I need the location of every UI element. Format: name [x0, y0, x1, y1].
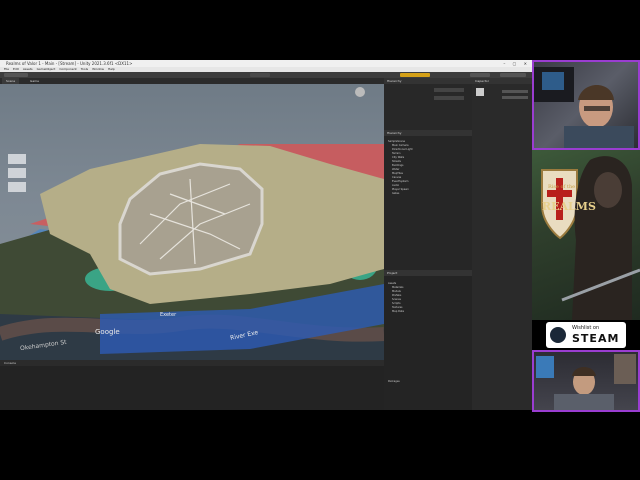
hierarchy-row[interactable]: Gates [392, 192, 399, 195]
hierarchy-row[interactable]: Water [392, 168, 399, 171]
tab-console[interactable]: Console [4, 360, 16, 366]
hierarchy-row[interactable]: SampleScene [388, 140, 405, 143]
scene-render [0, 87, 384, 360]
hierarchy-row[interactable]: Buildings [392, 164, 403, 167]
project-folder[interactable]: Assets [388, 282, 396, 285]
account-button[interactable] [400, 73, 430, 77]
tab-project[interactable]: Project [387, 270, 397, 276]
lighting-panel: Hierarchy [384, 78, 472, 134]
title-bar: Realms of Valor 1 - Main - [Stream] - Un… [0, 60, 532, 67]
project-folder[interactable]: Map Data [392, 310, 404, 313]
hierarchy-row[interactable]: Directional Light [392, 148, 413, 151]
project-folder[interactable]: Textures [392, 306, 402, 309]
gizmo-button-1[interactable] [8, 154, 26, 164]
scene-view[interactable]: Google Exeter River Exe Okehampton St [0, 84, 384, 360]
hierarchy-panel: Hierarchy SampleScene Main Camera Direct… [384, 130, 472, 270]
panel-dropdown-2[interactable] [434, 96, 464, 100]
game-promo-panel: Rise of the REALMS [532, 150, 640, 320]
map-label-exeter: Exeter [160, 312, 177, 318]
webcam-top [532, 60, 640, 150]
hierarchy-row[interactable]: Streets [392, 160, 401, 163]
window-title: Realms of Valor 1 - Main - [Stream] - Un… [6, 61, 133, 66]
steam-word: STEAM [572, 332, 620, 345]
webcam-bottom [532, 350, 640, 412]
project-folder[interactable]: Packages [388, 380, 400, 383]
inspector-field[interactable] [502, 90, 528, 93]
tab-hierarchy-top[interactable]: Hierarchy [387, 78, 402, 84]
hierarchy-row[interactable]: Terrain [392, 152, 400, 155]
game-title: REALMS [542, 200, 596, 213]
gizmo-button-2[interactable] [8, 168, 26, 178]
tab-inspector[interactable]: Inspector [475, 78, 489, 84]
project-folder[interactable]: Materials [392, 286, 403, 289]
console-tab-bar: Console [0, 360, 384, 366]
project-panel: Project Assets Materials Models Prefabs … [384, 270, 472, 410]
hierarchy-row[interactable]: Canvas [392, 176, 401, 179]
project-folder[interactable]: Prefabs [392, 294, 401, 297]
inspector-field[interactable] [502, 96, 528, 99]
inspector-panel: Inspector [472, 78, 532, 410]
panel-tab-bar: Hierarchy [384, 78, 472, 84]
game-title-top: Rise of the [548, 184, 576, 190]
play-controls[interactable] [250, 73, 270, 77]
webcam-top-image [534, 67, 634, 148]
steam-wishlist-text: Wishlist on [572, 325, 600, 331]
project-folder[interactable]: Scenes [392, 298, 401, 301]
steam-icon [550, 327, 566, 343]
map-label-google: Google [95, 328, 120, 336]
inspector-tab-bar: Inspector [472, 78, 532, 84]
steam-wishlist-badge[interactable]: Wishlist on STEAM [546, 322, 626, 348]
file-icon [476, 88, 484, 96]
project-folder[interactable]: Models [392, 290, 401, 293]
project-tab-bar: Project [384, 270, 472, 276]
hierarchy-row[interactable]: MapTiles [392, 172, 403, 175]
window-controls[interactable]: – ▢ ✕ [503, 60, 530, 67]
hierarchy-row[interactable]: Player Spawn [392, 188, 409, 191]
hierarchy-row[interactable]: Main Camera [392, 144, 409, 147]
hierarchy-row[interactable]: City Walls [392, 156, 404, 159]
transform-tools[interactable] [4, 73, 28, 77]
panel-dropdown[interactable] [434, 88, 464, 92]
hierarchy-tab-bar: Hierarchy [384, 130, 472, 136]
project-folder[interactable]: Scripts [392, 302, 401, 305]
orientation-gizmo[interactable] [355, 87, 365, 97]
webcam-bottom-image [536, 354, 636, 410]
layout-dropdown[interactable] [500, 73, 526, 77]
unity-editor-window: Realms of Valor 1 - Main - [Stream] - Un… [0, 60, 532, 410]
hierarchy-row[interactable]: EventSystem [392, 180, 408, 183]
knight-artwork [541, 156, 640, 320]
console-panel: Console [0, 360, 384, 410]
tab-hierarchy[interactable]: Hierarchy [387, 130, 402, 136]
gizmo-button-3[interactable] [8, 182, 26, 192]
layers-dropdown[interactable] [470, 73, 490, 77]
hierarchy-row[interactable]: Audio [392, 184, 399, 187]
